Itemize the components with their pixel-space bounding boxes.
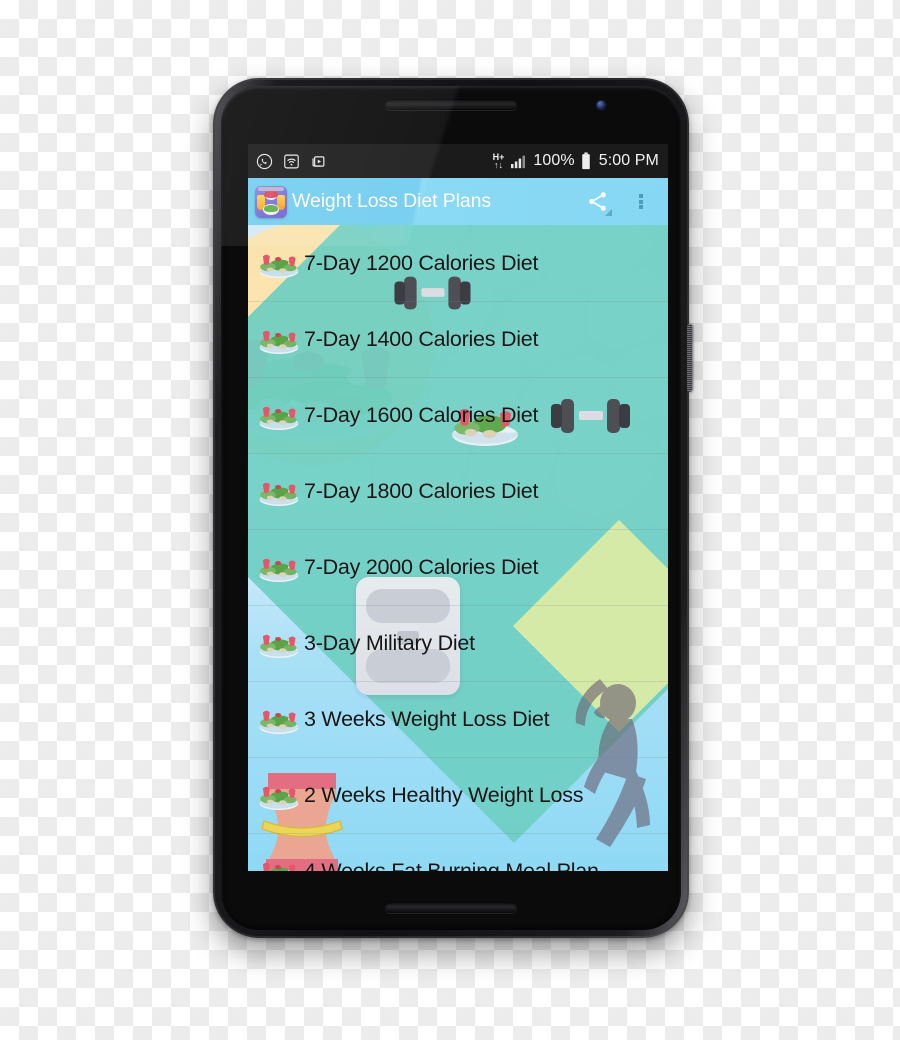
salad-bowl-icon <box>256 623 302 663</box>
salad-bowl-icon <box>256 547 302 587</box>
list-item-label: 2 Weeks Healthy Weight Loss <box>304 782 584 807</box>
app-launcher-icon <box>255 185 287 218</box>
page-backdrop: H+ ↑↓ 100% 5:00 PM Weight Loss Diet Plan… <box>0 0 900 1040</box>
list-item[interactable]: 4 Weeks Fat Burning Meal Plan <box>248 833 668 871</box>
status-bar-right-icons: H+ ↑↓ 100% 5:00 PM <box>493 152 659 170</box>
battery-full-icon <box>581 152 590 170</box>
phone-device: H+ ↑↓ 100% 5:00 PM Weight Loss Diet Plan… <box>213 78 692 947</box>
list-item-label: 3-Day Military Diet <box>304 630 475 655</box>
list-item-label: 4 Weeks Fat Burning Meal Plan <box>304 858 599 872</box>
phone-bottom-port <box>398 937 504 947</box>
list-item-label: 7-Day 1400 Calories Diet <box>304 326 539 351</box>
earpiece-speaker-grille <box>385 99 517 110</box>
share-button[interactable] <box>578 182 616 222</box>
whatsapp-icon <box>256 153 273 169</box>
phone-bottom-bezel-foot <box>263 931 639 943</box>
network-activity-arrows: ↑↓ <box>493 160 503 170</box>
list-item-label: 7-Day 1600 Calories Diet <box>304 402 539 427</box>
list-item-label: 7-Day 1800 Calories Diet <box>304 478 539 503</box>
cellular-signal-icon <box>511 155 526 168</box>
list-item[interactable]: 7-Day 1600 Calories Diet <box>248 377 668 453</box>
phone-screen: H+ ↑↓ 100% 5:00 PM Weight Loss Diet Plan… <box>248 144 668 871</box>
clock-label: 5:00 PM <box>598 152 659 169</box>
salad-bowl-icon <box>256 471 302 511</box>
salad-bowl-icon <box>256 699 302 739</box>
status-bar-left-icons <box>256 153 327 170</box>
battery-percent-label: 100% <box>533 152 575 169</box>
salad-bowl-icon <box>256 243 302 283</box>
bottom-speaker-grille <box>385 902 517 913</box>
salad-bowl-icon <box>256 395 302 435</box>
salad-bowl-icon <box>256 775 302 815</box>
overflow-menu-icon <box>639 192 643 210</box>
app-bar-actions <box>578 182 660 222</box>
list-item[interactable]: 7-Day 1800 Calories Diet <box>248 453 668 529</box>
list-item[interactable]: 3-Day Military Diet <box>248 605 668 681</box>
list-item[interactable]: 7-Day 1200 Calories Diet <box>248 225 668 301</box>
phone-front-glass: H+ ↑↓ 100% 5:00 PM Weight Loss Diet Plan… <box>221 86 681 930</box>
list-item-label: 7-Day 2000 Calories Diet <box>304 554 539 579</box>
diet-plan-list-container[interactable]: 7-Day 1200 Calories Diet 7-Day 1400 Calo… <box>248 225 668 871</box>
berry-icon <box>264 190 278 198</box>
share-dropdown-caret-icon <box>605 208 612 216</box>
list-item[interactable]: 7-Day 1400 Calories Diet <box>248 301 668 377</box>
salad-greens-icon <box>264 204 278 212</box>
list-item[interactable]: 3 Weeks Weight Loss Diet <box>248 681 668 757</box>
media-cast-icon <box>312 155 325 167</box>
front-camera-icon <box>597 101 605 109</box>
overflow-menu-button[interactable] <box>622 182 660 222</box>
list-item-label: 7-Day 1200 Calories Diet <box>304 250 539 275</box>
status-bar: H+ ↑↓ 100% 5:00 PM <box>248 144 668 178</box>
salad-bowl-icon <box>256 851 302 871</box>
app-title: Weight Loss Diet Plans <box>292 190 492 212</box>
power-button[interactable] <box>687 324 692 392</box>
wifi-icon <box>284 154 299 168</box>
app-bar: Weight Loss Diet Plans <box>248 178 668 225</box>
list-item[interactable]: 7-Day 2000 Calories Diet <box>248 529 668 605</box>
salad-bowl-icon <box>256 319 302 359</box>
network-type-indicator: H+ ↑↓ <box>493 153 505 170</box>
tray-top-icon <box>258 186 284 191</box>
diet-plan-list[interactable]: 7-Day 1200 Calories Diet 7-Day 1400 Calo… <box>248 225 668 871</box>
list-item[interactable]: 2 Weeks Healthy Weight Loss <box>248 757 668 833</box>
list-item-label: 3 Weeks Weight Loss Diet <box>304 706 550 731</box>
